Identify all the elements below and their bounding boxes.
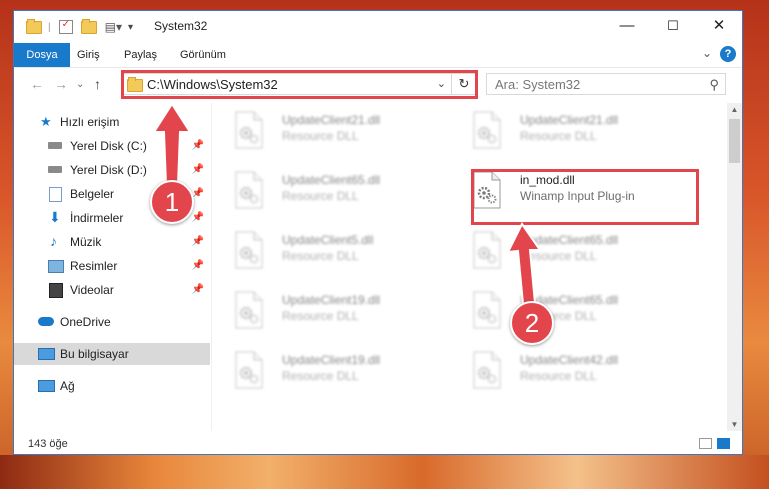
arrow-two	[506, 222, 542, 306]
callout-arrows	[152, 102, 542, 306]
callout-badge-one: 1	[150, 180, 194, 224]
arrow-one	[152, 102, 192, 186]
callout-badge-two: 2	[510, 301, 554, 345]
